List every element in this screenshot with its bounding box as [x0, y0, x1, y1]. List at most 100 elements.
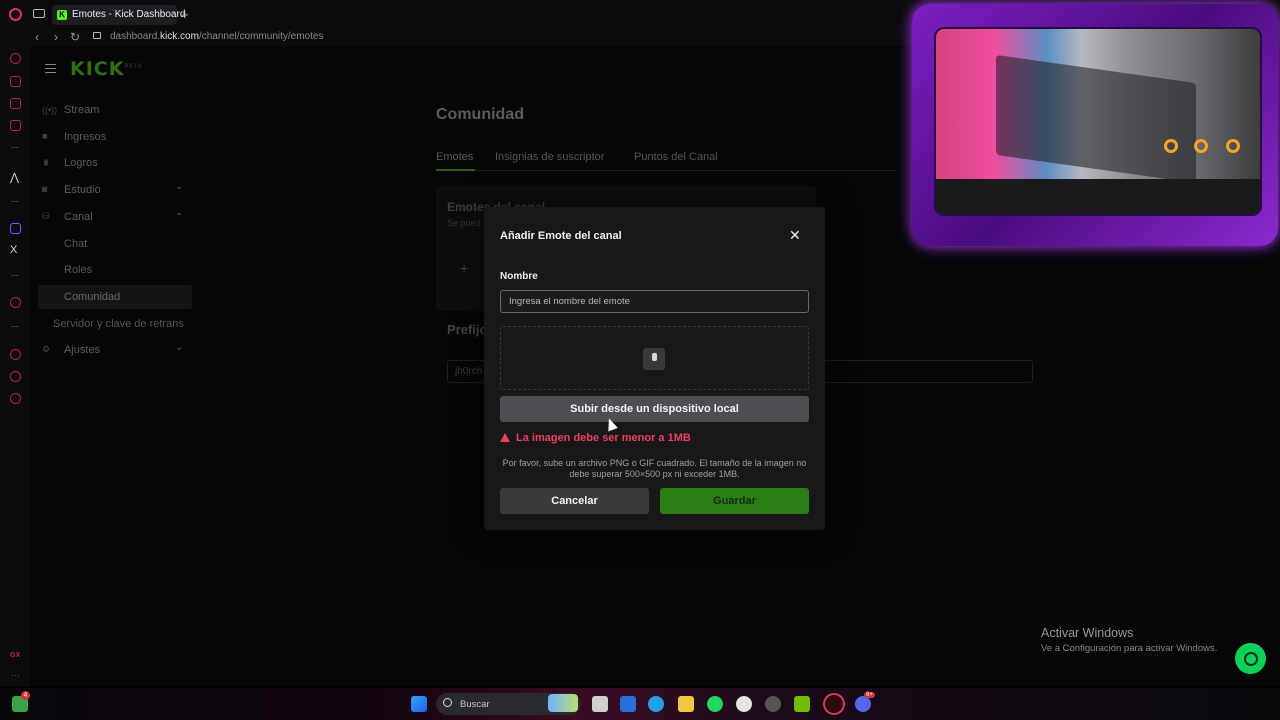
activation-title: Activar Windows	[1041, 626, 1134, 640]
warning-icon	[500, 433, 510, 442]
widget-badge: 4	[21, 691, 30, 700]
app-icon[interactable]	[736, 696, 752, 712]
discord-badge: 9+	[864, 692, 875, 698]
search-highlight-icon[interactable]	[548, 694, 578, 712]
card-subtitle: Se pued	[447, 218, 481, 228]
sidebar-item-roles[interactable]: Roles	[64, 264, 92, 276]
active-tab-indicator	[436, 169, 475, 171]
gx-label[interactable]: GX	[10, 652, 20, 659]
tab-emotes[interactable]: Emotes	[436, 151, 473, 163]
webcam-feed	[934, 27, 1262, 216]
sidebar-item-comunidad[interactable]: Comunidad	[64, 291, 120, 303]
windows-start-icon[interactable]	[411, 696, 427, 712]
kick-logo[interactable]: KICKBETA	[70, 58, 143, 80]
support-chat-icon[interactable]	[1235, 643, 1266, 674]
studio-icon: ◙	[42, 184, 48, 194]
kick-favicon-icon: K	[57, 10, 67, 20]
revenue-icon: ■	[42, 131, 48, 141]
fan-light	[1164, 139, 1178, 153]
sidebar-item-ingresos[interactable]: Ingresos	[64, 131, 106, 143]
save-button[interactable]: Guardar	[660, 488, 809, 514]
chevron-down-icon[interactable]: ⌄	[175, 181, 183, 192]
chevron-up-icon[interactable]: ⌃	[175, 212, 183, 223]
spotify-icon[interactable]	[707, 696, 723, 712]
shopping-icon[interactable]	[10, 76, 21, 87]
search-icon	[443, 698, 452, 707]
back-button[interactable]: ‹	[35, 30, 39, 44]
url-path: /channel/community/emotes	[198, 31, 324, 42]
browser-tab[interactable]: K Emotes - Kick Dashboard	[52, 5, 185, 25]
messenger-icon[interactable]	[10, 120, 21, 131]
windows-taskbar	[0, 688, 1280, 720]
cancel-button[interactable]: Cancelar	[500, 488, 649, 514]
discord-icon[interactable]	[855, 696, 871, 712]
sidebar-divider	[11, 326, 19, 327]
tab-manager-icon[interactable]	[33, 9, 45, 18]
sidebar-item-stream[interactable]: Stream	[64, 104, 99, 116]
channel-icon: ⛁	[42, 211, 50, 221]
fan-light	[1226, 139, 1240, 153]
nvidia-icon[interactable]	[794, 696, 810, 712]
player-icon[interactable]	[10, 98, 21, 109]
bookmarks-icon[interactable]	[10, 371, 21, 382]
modal-title: Añadir Emote del canal	[500, 230, 622, 242]
logo-text: KICK	[70, 58, 125, 80]
x-twitter-icon[interactable]: X	[10, 244, 17, 256]
prefix-value: jh0rch	[455, 366, 483, 377]
url-host: dashboard.	[110, 31, 161, 42]
sidebar-item-estudio[interactable]: Estudio	[64, 184, 101, 196]
tab-title: Emotes - Kick Dashboard	[72, 9, 186, 20]
aria-icon[interactable]: ⋀	[10, 171, 19, 184]
tab-insignias[interactable]: Insignias de suscriptor	[495, 151, 604, 163]
chevron-down-icon[interactable]: ⌄	[175, 342, 183, 353]
more-icon[interactable]: ···	[11, 670, 20, 680]
opera-gx-icon[interactable]	[823, 693, 845, 715]
edge-icon[interactable]	[648, 696, 664, 712]
error-message: La imagen debe ser menor a 1MB	[500, 432, 691, 444]
twitch-icon[interactable]	[10, 223, 21, 234]
history-icon[interactable]	[10, 349, 21, 360]
tabs-divider	[436, 170, 896, 171]
opera-sidebar	[0, 46, 30, 686]
tab-puntos[interactable]: Puntos del Canal	[634, 151, 718, 163]
sidebar-item-ajustes[interactable]: Ajustes	[64, 344, 100, 356]
broadcast-icon: ((•))	[42, 105, 58, 115]
trophy-icon: ♜	[42, 158, 51, 168]
name-field-label: Nombre	[500, 271, 538, 282]
music-player-icon[interactable]	[10, 297, 21, 308]
github-icon[interactable]	[765, 696, 781, 712]
opera-logo-icon[interactable]	[9, 8, 22, 21]
url-field[interactable]: dashboard.kick.com/channel/community/emo…	[110, 31, 323, 42]
monitor-shape	[996, 54, 1196, 184]
logo-badge: BETA	[124, 63, 143, 70]
error-text: La imagen debe ser menor a 1MB	[516, 432, 691, 444]
sidebar-divider	[11, 147, 19, 148]
hamburger-menu-icon[interactable]	[45, 64, 56, 73]
upload-help-text: Por favor, sube un archivo PNG o GIF cua…	[502, 458, 807, 479]
task-view-icon[interactable]	[592, 696, 608, 712]
new-tab-button[interactable]: +	[181, 7, 189, 22]
emote-name-input[interactable]	[500, 290, 809, 313]
sidebar-item-canal[interactable]: Canal	[64, 211, 93, 223]
file-explorer-icon[interactable]	[678, 696, 694, 712]
reload-button[interactable]: ↻	[70, 30, 80, 44]
search-placeholder: Buscar	[460, 699, 490, 710]
desk-shape	[936, 179, 1260, 214]
speed-dial-icon[interactable]	[10, 53, 21, 64]
sidebar-item-stream-key[interactable]: Servidor y clave de retrans	[53, 318, 184, 330]
add-emote-plus-icon[interactable]: +	[460, 260, 468, 276]
gear-icon: ⚙	[42, 344, 51, 354]
upload-local-button[interactable]: Subir desde un dispositivo local	[500, 396, 809, 422]
fan-light	[1194, 139, 1208, 153]
sidebar-divider	[11, 201, 19, 202]
store-icon[interactable]	[620, 696, 636, 712]
upload-image-icon	[643, 348, 665, 370]
settings-icon[interactable]	[10, 393, 21, 404]
close-icon[interactable]: ✕	[789, 227, 801, 244]
sidebar-divider	[11, 275, 19, 276]
forward-button[interactable]: ›	[54, 30, 58, 44]
sidebar-item-logros[interactable]: Logros	[64, 157, 98, 169]
lock-icon	[93, 32, 101, 39]
sidebar-item-chat[interactable]: Chat	[64, 238, 87, 250]
activation-subtitle: Ve a Configuración para activar Windows.	[1041, 643, 1218, 654]
